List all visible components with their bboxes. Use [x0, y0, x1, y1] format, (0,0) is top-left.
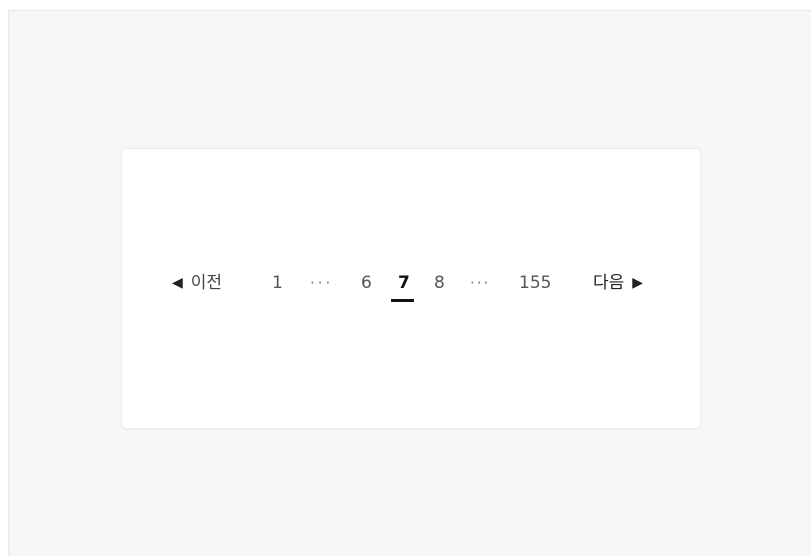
page-155-link[interactable]: 155 — [519, 271, 551, 295]
current-page[interactable]: 7 — [398, 271, 410, 295]
ellipsis-left: ··· — [310, 274, 334, 292]
triangle-left-icon: ◀ — [172, 275, 183, 291]
ellipsis-right: ··· — [470, 274, 491, 292]
prev-page-button[interactable]: ◀ 이전 — [172, 271, 222, 295]
pagination: ◀ 이전 1 ··· 6 7 8 ··· 155 다음 ▶ — [122, 149, 700, 428]
triangle-right-icon: ▶ — [632, 275, 644, 291]
prev-label: 이전 — [190, 273, 223, 293]
page-1-link[interactable]: 1 — [272, 271, 283, 295]
page-background: ◀ 이전 1 ··· 6 7 8 ··· 155 다음 ▶ — [8, 10, 811, 556]
pagination-card: ◀ 이전 1 ··· 6 7 8 ··· 155 다음 ▶ — [122, 149, 700, 428]
next-label: 다음 — [593, 273, 625, 293]
current-page-underline — [391, 299, 414, 302]
next-page-button[interactable]: 다음 ▶ — [593, 271, 643, 295]
page-8-link[interactable]: 8 — [434, 271, 445, 295]
page-6-link[interactable]: 6 — [361, 271, 372, 295]
